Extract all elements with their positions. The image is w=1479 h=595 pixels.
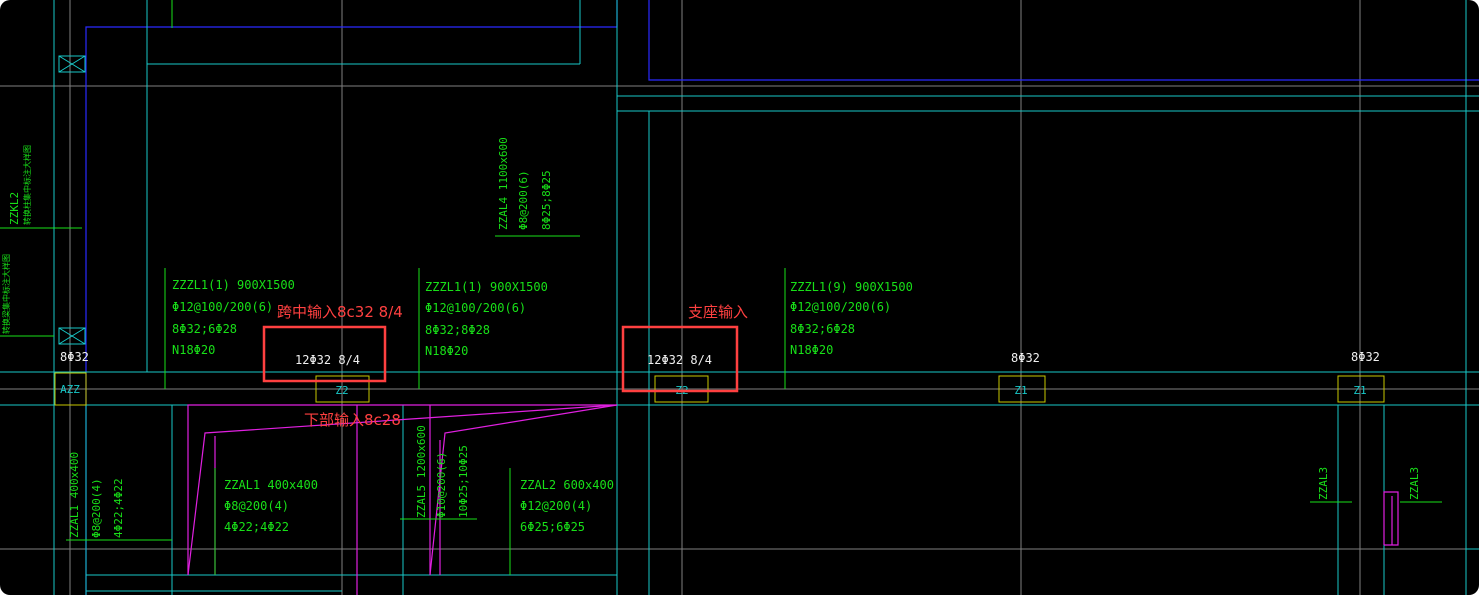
column-tag-z2-left: Z2 xyxy=(335,384,348,397)
beam-label-3-bars: 8Φ32;6Φ28 xyxy=(790,322,855,336)
cad-drawing-canvas[interactable]: ZZZL1(1) 900X1500 Φ12@100/200(6) 8Φ32;6Φ… xyxy=(0,0,1479,595)
lower-label-1-bars: 4Φ22;4Φ22 xyxy=(224,520,289,534)
zzal5-vertical-stirrup: Φ10@200(6) xyxy=(435,452,448,518)
beam-label-3-stirrup: Φ12@100/200(6) xyxy=(790,300,891,314)
zzal1-vertical-stirrup: Φ8@200(4) xyxy=(90,478,103,538)
lower-label-2-name: ZZAL2 600x400 xyxy=(520,478,614,492)
beam-label-2-side: N18Φ20 xyxy=(425,344,468,358)
lower-label-1-stirrup: Φ8@200(4) xyxy=(224,499,289,513)
annotation-support: 支座输入 xyxy=(688,303,748,321)
zzkl-left-label-3: 转换梁集中标注大样图 xyxy=(1,254,11,334)
annotation-bottom: 下部输入8c28 xyxy=(304,411,401,429)
rebar-midspan-label: 12Φ32 8/4 xyxy=(295,353,360,367)
zzal3-label-a: ZZAL3 xyxy=(1317,467,1330,500)
beam-label-3-side: N18Φ20 xyxy=(790,343,833,357)
magenta-outlines xyxy=(187,404,1399,595)
rebar-support-label: 12Φ32 8/4 xyxy=(647,353,712,367)
column-tag-z1-b: Z1 xyxy=(1353,384,1366,397)
lower-label-2-stirrup: Φ12@200(4) xyxy=(520,499,592,513)
support-rebar-group: 8Φ32 12Φ32 8/4 12Φ32 8/4 8Φ32 8Φ32 xyxy=(60,350,1380,367)
zzal4-stirrup-label: Φ8@200(6) xyxy=(517,170,530,230)
zzal1-vertical-bars: 4Φ22;4Φ22 xyxy=(112,478,125,538)
annotation-midspan: 跨中输入8c32 8/4 xyxy=(277,303,403,321)
rebar-right2-label: 8Φ32 xyxy=(1351,350,1380,364)
beam-label-1-name: ZZZL1(1) 900X1500 xyxy=(172,278,295,292)
grid-lines xyxy=(0,0,1479,595)
beam-label-3-name: ZZZL1(9) 900X1500 xyxy=(790,280,913,294)
cyan-lines xyxy=(0,0,1479,595)
blue-outline-right xyxy=(648,0,1479,81)
cad-drawing: ZZZL1(1) 900X1500 Φ12@100/200(6) 8Φ32;6Φ… xyxy=(0,0,1479,595)
beam-label-2-name: ZZZL1(1) 900X1500 xyxy=(425,280,548,294)
lower-label-2-bars: 6Φ25;6Φ25 xyxy=(520,520,585,534)
zzal4-name-label: ZZAL4 1100x600 xyxy=(497,137,510,230)
column-tag-azz: AZZ xyxy=(60,383,80,396)
beam-label-1-bars: 8Φ32;6Φ28 xyxy=(172,322,237,336)
column-tag-z1-a: Z1 xyxy=(1014,384,1027,397)
zzal5-vertical-bars: 10Φ25;10Φ25 xyxy=(457,445,470,518)
zzkl-left-label-1: ZZKL2 xyxy=(8,192,21,225)
zzal5-vertical-name: ZZAL5 1200x600 xyxy=(415,425,428,518)
beam-label-2-bars: 8Φ32;8Φ28 xyxy=(425,323,490,337)
rebar-right1-label: 8Φ32 xyxy=(1011,351,1040,365)
beam-label-2-stirrup: Φ12@100/200(6) xyxy=(425,301,526,315)
zzal4-bars-label: 8Φ25;8Φ25 xyxy=(540,170,553,230)
outline-blue xyxy=(85,0,1479,595)
beam-label-1-stirrup: Φ12@100/200(6) xyxy=(172,300,273,314)
beam-label-1-side: N18Φ20 xyxy=(172,343,215,357)
zzal1-vertical-name: ZZAL1 400x400 xyxy=(68,452,81,538)
vertical-label-group: ZZAL4 1100x600 Φ8@200(6) 8Φ25;8Φ25 ZZKL2… xyxy=(1,137,1421,538)
zzal3-label-b: ZZAL3 xyxy=(1408,467,1421,500)
lower-label-1-name: ZZAL1 400x400 xyxy=(224,478,318,492)
rebar-left-label: 8Φ32 xyxy=(60,350,89,364)
zzkl-left-label-2: 转换柱集中标注大样图 xyxy=(22,145,32,225)
magenta-line xyxy=(1383,491,1399,546)
